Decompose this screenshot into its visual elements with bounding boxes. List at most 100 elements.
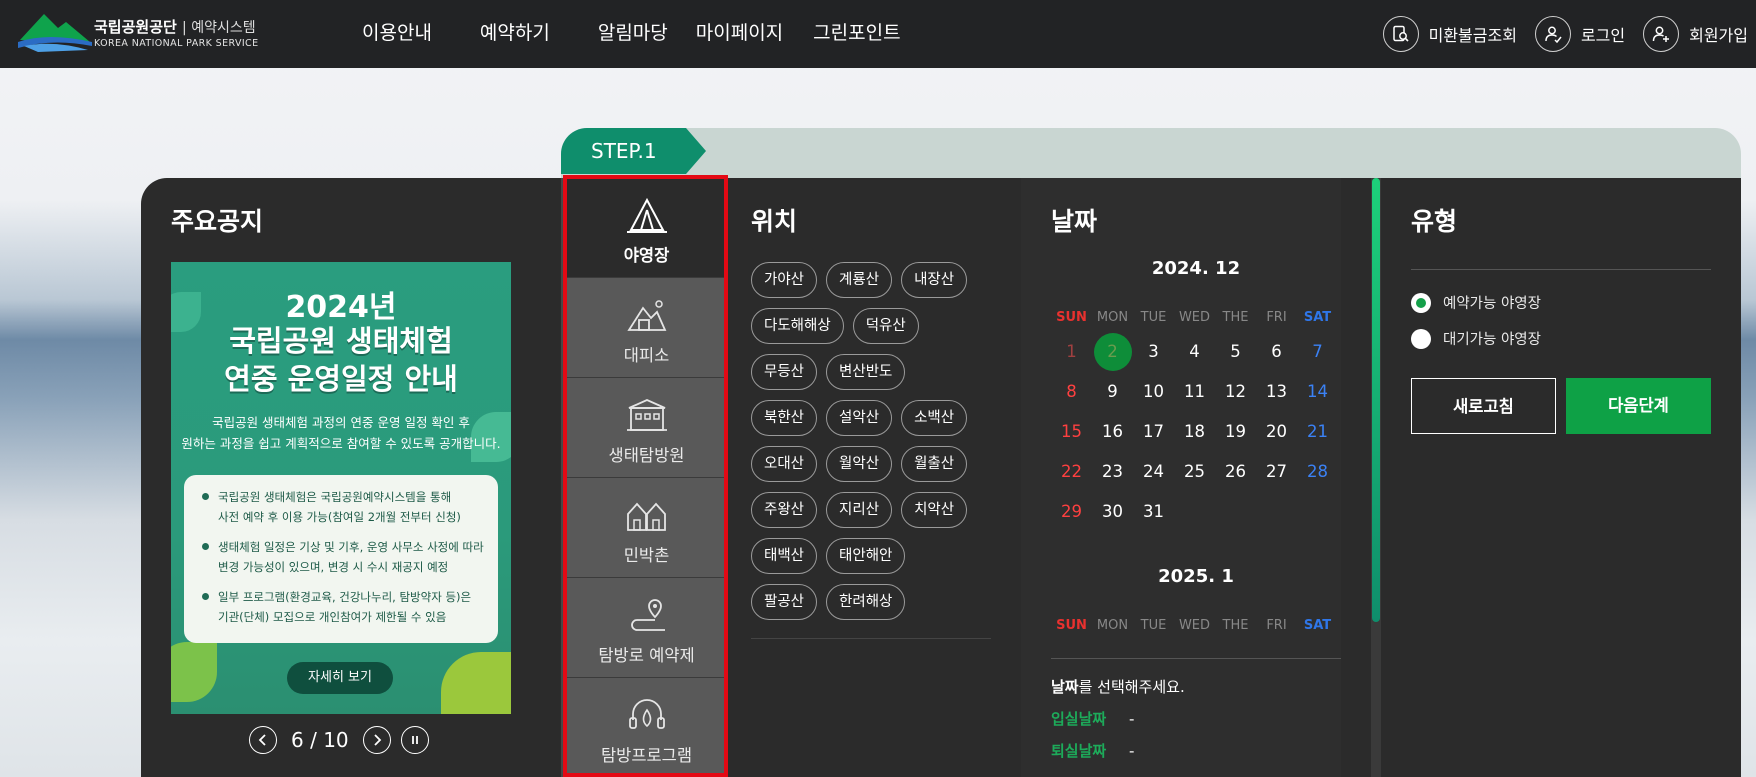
weekday-header: SUN MON TUE WED THE FRI SAT <box>1056 310 1332 325</box>
category-shelter[interactable]: 대피소 <box>567 278 726 378</box>
location-chip[interactable]: 무등산 <box>751 354 818 390</box>
calendar-day[interactable]: 8 <box>1051 372 1092 412</box>
category-trail-program[interactable]: 탐방프로그램 <box>567 678 726 777</box>
type-title: 유형 <box>1411 207 1458 236</box>
location-chip[interactable]: 주왕산 <box>751 492 818 528</box>
calendar-day[interactable]: 5 <box>1215 332 1256 372</box>
signup-button[interactable]: 회원가입 <box>1643 16 1748 52</box>
location-chip[interactable]: 덕유산 <box>852 308 919 344</box>
location-chip[interactable]: 지리산 <box>826 492 893 528</box>
next-step-button[interactable]: 다음단계 <box>1566 378 1711 434</box>
calendar-day[interactable]: 10 <box>1133 372 1174 412</box>
category-eco-center[interactable]: 생태탐방원 <box>567 378 726 478</box>
nav-guide[interactable]: 이용안내 <box>362 0 432 68</box>
scrollbar-thumb[interactable] <box>1372 178 1380 622</box>
calendar[interactable]: 2024. 12 SUN MON TUE WED THE FRI SAT 1 2… <box>1051 258 1341 648</box>
location-chip[interactable]: 소백산 <box>901 400 968 436</box>
calendar-day[interactable]: 31 <box>1133 492 1174 532</box>
divider <box>1411 269 1711 270</box>
category-campsite[interactable]: 야영장 <box>567 178 726 278</box>
calendar-day[interactable]: 18 <box>1174 412 1215 452</box>
location-chip[interactable]: 내장산 <box>901 262 968 298</box>
mountain-shelter-icon <box>627 300 667 331</box>
calendar-day[interactable]: 12 <box>1215 372 1256 412</box>
leaf-decoration <box>171 642 217 702</box>
calendar-day[interactable]: 29 <box>1051 492 1092 532</box>
calendar-day[interactable]: 27 <box>1256 452 1297 492</box>
radio-waitlist-campsite[interactable]: 대기가능 야영장 <box>1411 328 1541 349</box>
login-button[interactable]: 로그인 <box>1534 16 1626 52</box>
pause-slide-button[interactable] <box>400 726 429 754</box>
refresh-button[interactable]: 새로고침 <box>1411 378 1556 434</box>
category-trail-reservation[interactable]: 탐방로 예약제 <box>567 578 726 678</box>
prev-slide-button[interactable] <box>249 726 277 754</box>
calendar-day[interactable]: 26 <box>1215 452 1256 492</box>
banner-bullet: 생태체험 일정은 기상 및 기후, 운영 사무소 사정에 따라 변경 가능성이 … <box>198 537 484 577</box>
calendar-day[interactable]: 30 <box>1092 492 1133 532</box>
login-label: 로그인 <box>1580 26 1626 45</box>
calendar-day[interactable]: 1 <box>1174 640 1215 648</box>
calendar-day[interactable]: 3 <box>1133 332 1174 372</box>
calendar-day[interactable]: 11 <box>1174 372 1215 412</box>
calendar-day[interactable]: 24 <box>1133 452 1174 492</box>
notice-banner[interactable]: 2024년 국립공원 생태체험 연중 운영일정 안내 국립공원 생태체험 과정의… <box>171 262 511 714</box>
calendar-day[interactable]: 25 <box>1174 452 1215 492</box>
category-list: 야영장 대피소 생태탐방원 민박촌 탐방로 예약제 탐방프로그램 <box>561 175 728 777</box>
location-chip-list: 가야산 계룡산 내장산 다도해해상 덕유산 무등산 변산반도 북한산 설악산 소… <box>751 262 991 630</box>
calendar-day[interactable]: 13 <box>1256 372 1297 412</box>
location-chip[interactable]: 월출산 <box>901 446 968 482</box>
radio-checked-icon <box>1411 292 1431 313</box>
utility-menu: 미환불금조회 로그인 회원가입 <box>1382 0 1756 68</box>
location-chip[interactable]: 태안해안 <box>826 538 906 574</box>
calendar-day[interactable]: 20 <box>1256 412 1297 452</box>
location-chip[interactable]: 설악산 <box>826 400 893 436</box>
date-section: 날짜 2024. 12 SUN MON TUE WED THE FRI SAT … <box>1021 178 1341 777</box>
location-chip[interactable]: 변산반도 <box>826 354 906 390</box>
view-details-button[interactable]: 자세히 보기 <box>287 662 393 694</box>
calendar-day[interactable]: 14 <box>1297 372 1338 412</box>
calendar-day[interactable]: 21 <box>1297 412 1338 452</box>
calendar-day[interactable]: 9 <box>1092 372 1133 412</box>
location-chip[interactable]: 한려해상 <box>826 584 906 620</box>
nav-greenpoint[interactable]: 그린포인트 <box>813 0 900 68</box>
location-chip[interactable]: 가야산 <box>751 262 818 298</box>
calendar-day[interactable]: 23 <box>1092 452 1133 492</box>
banner-pager: 6 / 10 <box>249 726 429 754</box>
calendar-month-label: 2024. 12 <box>1151 258 1241 279</box>
nav-notice[interactable]: 알림마당 <box>598 0 668 68</box>
nav-reserve[interactable]: 예약하기 <box>480 0 550 68</box>
calendar-day[interactable]: 4 <box>1297 640 1338 648</box>
checkin-value: - <box>1129 710 1135 728</box>
location-chip[interactable]: 다도해해상 <box>751 308 844 344</box>
calendar-day[interactable]: 7 <box>1297 332 1338 372</box>
location-chip[interactable]: 오대산 <box>751 446 818 482</box>
step-label: STEP.1 <box>561 128 706 174</box>
banner-description: 국립공원 생태체험 과정의 연중 운영 일정 확인 후 원하는 과정을 쉽고 계… <box>181 415 501 451</box>
calendar-day[interactable]: 15 <box>1051 412 1092 452</box>
calendar-day[interactable]: 28 <box>1297 452 1338 492</box>
refund-lookup-button[interactable]: 미환불금조회 <box>1382 16 1517 52</box>
calendar-day[interactable]: 22 <box>1051 452 1092 492</box>
location-chip[interactable]: 치악산 <box>901 492 968 528</box>
calendar-week: 22 23 24 25 26 27 28 <box>1051 452 1341 492</box>
location-chip[interactable]: 태백산 <box>751 538 818 574</box>
calendar-day[interactable]: 3 <box>1256 640 1297 648</box>
radio-available-campsite[interactable]: 예약가능 야영장 <box>1411 292 1541 313</box>
calendar-day[interactable]: 17 <box>1133 412 1174 452</box>
location-chip[interactable]: 팔공산 <box>751 584 818 620</box>
calendar-day[interactable]: 6 <box>1256 332 1297 372</box>
category-minbak[interactable]: 민박촌 <box>567 478 726 578</box>
calendar-day[interactable]: 19 <box>1215 412 1256 452</box>
location-chip[interactable]: 월악산 <box>826 446 893 482</box>
location-chip[interactable]: 계룡산 <box>826 262 893 298</box>
location-chip[interactable]: 북한산 <box>751 400 818 436</box>
calendar-day[interactable]: 4 <box>1174 332 1215 372</box>
logo[interactable]: 국립공원공단 | 예약시스템 KOREA NATIONAL PARK SERVI… <box>18 12 278 54</box>
calendar-day[interactable]: 16 <box>1092 412 1133 452</box>
next-slide-button[interactable] <box>362 726 391 754</box>
calendar-scrollbar[interactable] <box>1371 178 1381 777</box>
nav-mypage[interactable]: 마이페이지 <box>696 0 783 68</box>
banner-headline: 국립공원 생태체험 연중 운영일정 안내 <box>224 324 458 396</box>
calendar-day[interactable]: 2 <box>1215 640 1256 648</box>
category-label: 민박촌 <box>623 546 670 565</box>
